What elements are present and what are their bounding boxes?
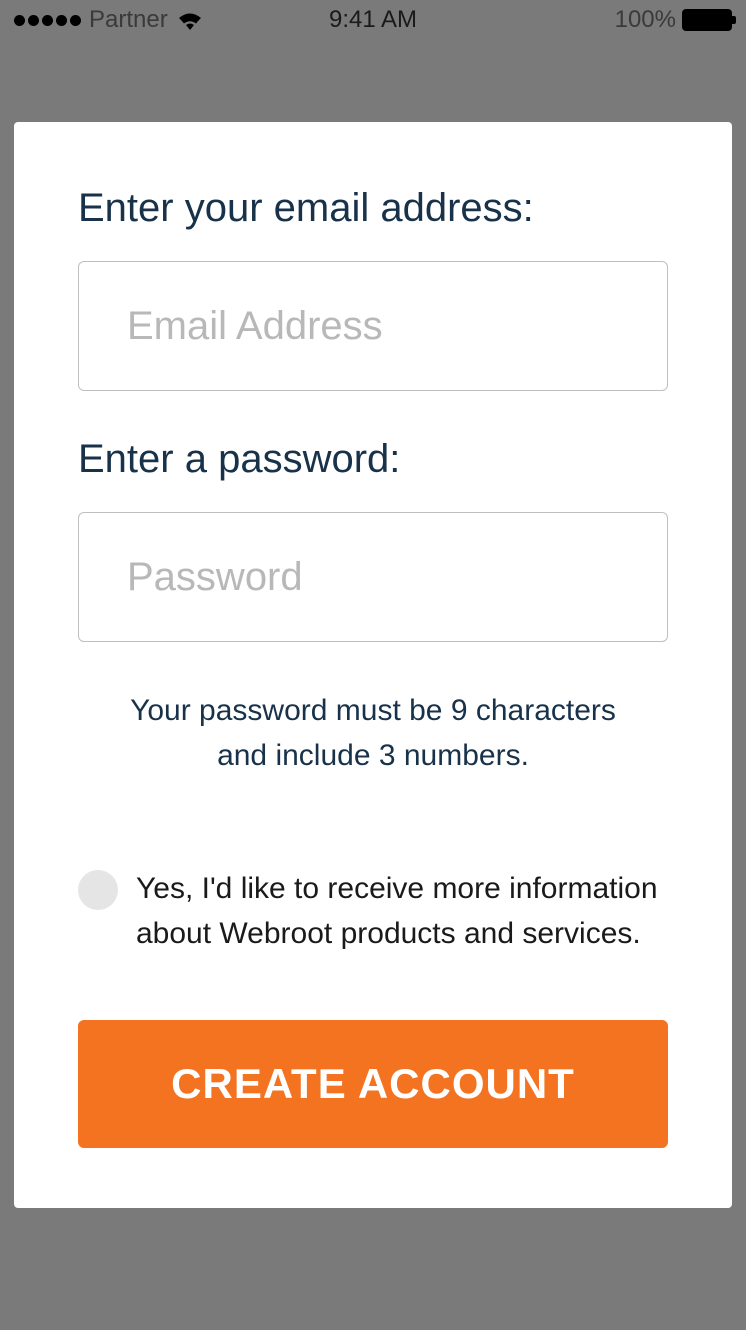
status-left: Partner	[14, 6, 204, 34]
status-time: 9:41 AM	[329, 6, 417, 34]
opt-in-checkbox[interactable]	[78, 870, 118, 910]
create-account-button[interactable]: CREATE ACCOUNT	[78, 1020, 668, 1148]
wifi-icon	[176, 10, 204, 30]
password-hint-line1: Your password must be 9 characters	[78, 688, 668, 733]
email-field-group: Enter your email address:	[78, 186, 668, 391]
battery-percentage: 100%	[615, 6, 676, 34]
signal-strength-icon	[14, 15, 81, 26]
carrier-label: Partner	[89, 6, 168, 34]
battery-icon	[682, 9, 732, 31]
status-bar: Partner 9:41 AM 100%	[0, 0, 746, 40]
email-input[interactable]	[78, 261, 668, 391]
create-account-modal: Enter your email address: Enter a passwo…	[14, 122, 732, 1208]
email-label: Enter your email address:	[78, 186, 668, 231]
password-hint: Your password must be 9 characters and i…	[78, 688, 668, 778]
status-right: 100%	[615, 6, 732, 34]
opt-in-row[interactable]: Yes, I'd like to receive more informatio…	[78, 866, 668, 956]
password-field-group: Enter a password:	[78, 437, 668, 642]
password-label: Enter a password:	[78, 437, 668, 482]
password-hint-line2: and include 3 numbers.	[78, 733, 668, 778]
password-input[interactable]	[78, 512, 668, 642]
opt-in-label: Yes, I'd like to receive more informatio…	[136, 866, 668, 956]
